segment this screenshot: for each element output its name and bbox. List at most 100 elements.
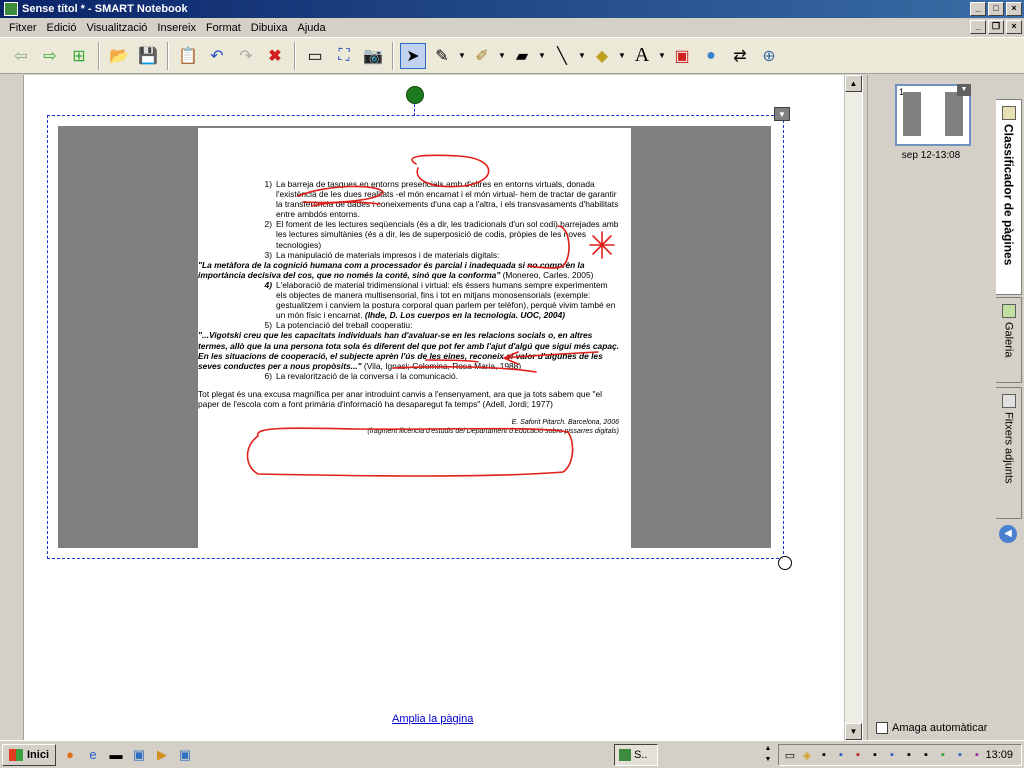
paste-icon[interactable]: 📋 [175, 43, 201, 69]
close-button[interactable]: × [1006, 2, 1022, 16]
internet-explorer-icon[interactable]: e [84, 746, 102, 764]
shapes-tool-icon[interactable]: ◆ [589, 43, 615, 69]
autohide-checkbox[interactable] [876, 722, 888, 734]
autohide-label: Amaga automàticar [892, 722, 988, 734]
gallery-icon [1001, 304, 1016, 318]
doc-minimize-button[interactable]: _ [970, 20, 986, 34]
menu-draw[interactable]: Dibuixa [246, 22, 293, 34]
tray-app-icon[interactable]: ▪ [817, 748, 831, 762]
thumbnail-menu-icon[interactable]: ▼ [957, 84, 971, 96]
full-screen-icon[interactable]: ⛶ [331, 43, 357, 69]
creative-pen-dropdown-icon[interactable]: ▼ [498, 51, 506, 60]
scroll-up-icon[interactable]: ▲ [845, 75, 862, 92]
doc-item-4: L'elaboració de material tridimensional … [276, 279, 616, 321]
page-workspace[interactable]: ▼ 1) La barreja de tasques en entorns pre… [24, 75, 844, 740]
doc-item-1: La barreja de tasques en entorns presenc… [276, 179, 619, 220]
next-page-icon[interactable]: ⇨ [37, 43, 63, 69]
doc-restore-button[interactable]: ❐ [988, 20, 1004, 34]
maximize-button[interactable]: □ [988, 2, 1004, 16]
document-page: 1) La barreja de tasques en entorns prese… [198, 128, 631, 548]
doc-item-2: El foment de les lectures seqüencials (é… [276, 219, 619, 250]
doc-item-6: La revalorització de la conversa i la co… [276, 370, 459, 381]
system-tray: ▭ ◈ ▪ ▪ ▪ ▪ ▪ ▪ ▪ ▪ ▪ ▪ 13:09 [778, 744, 1022, 766]
network-icon[interactable]: ▭ [783, 748, 797, 762]
doc-item-5: La potenciació del treball cooperatiu: [276, 320, 413, 331]
tab-attachments[interactable]: Fitxers adjunts [996, 387, 1022, 519]
show-desktop-icon[interactable]: ▬ [107, 746, 125, 764]
pen-tool-icon[interactable]: ✎ [429, 43, 455, 69]
menu-format[interactable]: Format [201, 22, 246, 34]
menu-insert[interactable]: Insereix [152, 22, 201, 34]
security-shield-icon[interactable]: ◈ [800, 748, 814, 762]
tray-app10-icon[interactable]: ▪ [970, 748, 984, 762]
clock: 13:09 [985, 749, 1013, 761]
windows-logo-icon [9, 748, 23, 761]
tab-page-sorter[interactable]: Classificador de pàgines [996, 99, 1022, 295]
quicklaunch-app2-icon[interactable]: ▣ [176, 746, 194, 764]
menu-view[interactable]: Visualització [81, 22, 152, 34]
menu-help[interactable]: Ajuda [292, 22, 330, 34]
tray-app4-icon[interactable]: ▪ [868, 748, 882, 762]
tray-app8-icon[interactable]: ▪ [936, 748, 950, 762]
quicklaunch-app-icon[interactable]: ▣ [130, 746, 148, 764]
save-icon[interactable]: 💾 [135, 43, 161, 69]
move-toolbar-icon[interactable]: ⇄ [727, 43, 753, 69]
previous-page-icon[interactable]: ⇦ [8, 43, 34, 69]
doc-signature: E. Saforit Pitarch. Barcelona, 2006 (frag… [367, 419, 619, 436]
undo-icon[interactable]: ↶ [204, 43, 230, 69]
doc-closing-paragraph: Tot plegat és una excusa magnífica per a… [198, 388, 603, 409]
line-dropdown-icon[interactable]: ▼ [578, 51, 586, 60]
menu-file[interactable]: Fitxer [4, 22, 42, 34]
taskbar-scroll-icon[interactable]: ▲ ▼ [760, 743, 776, 767]
scroll-down-icon[interactable]: ▼ [845, 723, 862, 740]
inserted-image[interactable]: 1) La barreja de tasques en entorns prese… [58, 126, 771, 548]
page-thumbnail[interactable]: 1 ▼ [895, 84, 971, 146]
text-dropdown-icon[interactable]: ▼ [658, 51, 666, 60]
tray-app9-icon[interactable]: ▪ [953, 748, 967, 762]
resize-handle[interactable] [778, 556, 792, 570]
rotate-handle[interactable] [406, 86, 424, 104]
media-player-icon[interactable]: ▶ [153, 746, 171, 764]
autohide-option[interactable]: Amaga automàticar [876, 722, 987, 734]
window-title: Sense títol * - SMART Notebook [22, 3, 188, 15]
pen-dropdown-icon[interactable]: ▼ [458, 51, 466, 60]
menu-bar: Fitxer Edició Visualització Insereix For… [0, 18, 1024, 38]
properties-icon[interactable]: ● [698, 43, 724, 69]
doc-close-button[interactable]: × [1006, 20, 1022, 34]
tray-app2-icon[interactable]: ▪ [834, 748, 848, 762]
back-arrow-icon[interactable]: ◀ [999, 525, 1017, 543]
tray-app3-icon[interactable]: ▪ [851, 748, 865, 762]
toolbar: ⇦ ⇨ ⊞ 📂 💾 📋 ↶ ↷ ✖ ▭ ⛶ 📷 ➤ ✎ ▼ ✐ ▼ ▰ ▼ ╲ … [0, 38, 1024, 74]
more-tools-icon[interactable]: ⊕ [756, 43, 782, 69]
tray-app7-icon[interactable]: ▪ [919, 748, 933, 762]
expand-page-link[interactable]: Amplia la pàgina [392, 713, 473, 725]
open-folder-icon[interactable]: 📂 [106, 43, 132, 69]
left-margin [0, 75, 24, 740]
screen-shade-icon[interactable]: ▭ [302, 43, 328, 69]
add-page-icon[interactable]: ⊞ [66, 43, 92, 69]
paperclip-icon [1001, 394, 1016, 408]
redo-icon[interactable]: ↷ [233, 43, 259, 69]
doc-item-3: La manipulació de materials impresos i d… [276, 249, 500, 260]
firefox-icon[interactable]: ● [61, 746, 79, 764]
delete-icon[interactable]: ✖ [262, 43, 288, 69]
tab-gallery[interactable]: Galeria [996, 297, 1022, 383]
screen-capture-icon[interactable]: 📷 [360, 43, 386, 69]
tray-app5-icon[interactable]: ▪ [885, 748, 899, 762]
doc-quote-2: "...Vigotski creu que les capacitats ind… [198, 330, 619, 371]
taskbar-smart-notebook[interactable]: S.. [614, 744, 658, 766]
fill-color-icon[interactable]: ▣ [669, 43, 695, 69]
minimize-button[interactable]: _ [970, 2, 986, 16]
eraser-dropdown-icon[interactable]: ▼ [538, 51, 546, 60]
creative-pen-icon[interactable]: ✐ [469, 43, 495, 69]
shapes-dropdown-icon[interactable]: ▼ [618, 51, 626, 60]
eraser-icon[interactable]: ▰ [509, 43, 535, 69]
text-tool-icon[interactable]: A [629, 43, 655, 69]
start-button[interactable]: Inici [2, 743, 57, 766]
object-menu-dropdown-icon[interactable]: ▼ [774, 107, 790, 121]
vertical-scrollbar[interactable]: ▲ ▼ [844, 75, 862, 740]
tray-app6-icon[interactable]: ▪ [902, 748, 916, 762]
select-tool-icon[interactable]: ➤ [400, 42, 426, 69]
line-tool-icon[interactable]: ╲ [549, 43, 575, 69]
menu-edit[interactable]: Edició [42, 22, 82, 34]
